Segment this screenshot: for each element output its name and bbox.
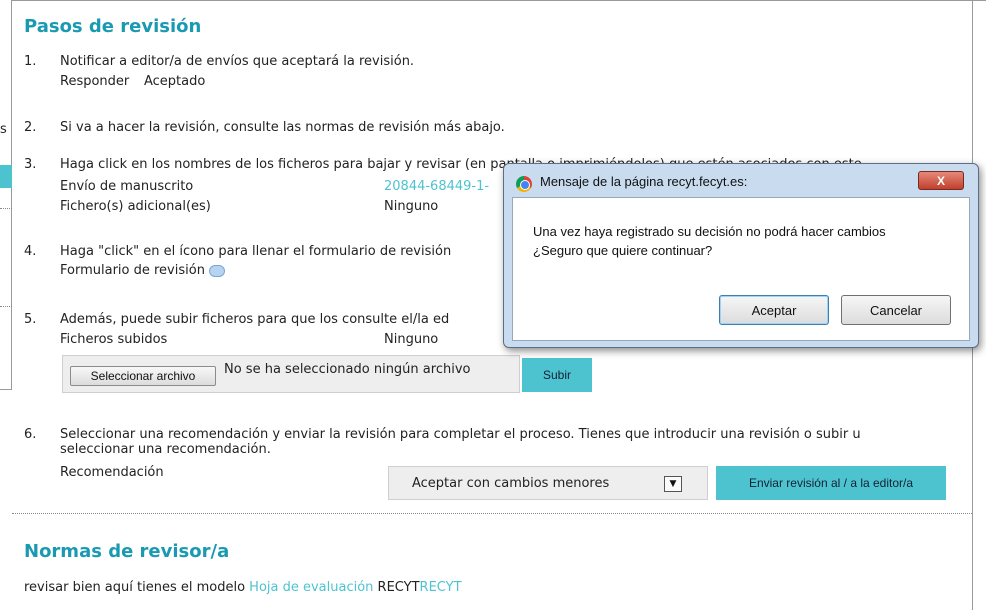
confirm-dialog: Mensaje de la página recyt.fecyt.es: X U… — [503, 163, 979, 348]
step-text: Si va a hacer la revisión, consulte las … — [60, 120, 505, 135]
step-number: 4. — [24, 244, 37, 259]
recommendation-value: Aceptar con cambios menores — [412, 476, 610, 491]
uploaded-files-value: Ninguno — [384, 332, 439, 347]
norms-title: Normas de revisor/a — [24, 541, 230, 562]
review-form-row: Formulario de revisión — [60, 263, 225, 279]
additional-files-value: Ninguno — [384, 199, 439, 214]
close-button[interactable]: X — [918, 171, 964, 190]
submit-review-button[interactable]: Enviar revisión al / a la editor/a — [716, 466, 946, 500]
background-divider — [0, 306, 12, 307]
step-number: 5. — [24, 312, 37, 327]
accept-button[interactable]: Aceptar — [719, 295, 829, 325]
page-title: Pasos de revisión — [24, 16, 202, 37]
dialog-title: Mensaje de la página recyt.fecyt.es: — [540, 174, 748, 189]
background-window — [0, 0, 12, 390]
step-text-continued: seleccionar una recomendación. — [60, 442, 271, 457]
step-text: Además, puede subir ficheros para que lo… — [60, 312, 450, 327]
uploaded-files-label: Ficheros subidos — [60, 332, 168, 347]
step-number: 3. — [24, 157, 37, 172]
recommendation-label: Recomendación — [60, 465, 164, 480]
comment-icon[interactable] — [208, 264, 225, 277]
chevron-down-icon[interactable]: ▼ — [664, 476, 682, 492]
accepted-status: Aceptado — [144, 74, 206, 89]
respond-label: Responder — [60, 74, 130, 89]
step-text: Seleccionar una recomendación y enviar l… — [60, 427, 861, 442]
additional-files-label: Fichero(s) adicional(es) — [60, 199, 211, 214]
norms-text-start: revisar bien aquí tienes el modelo — [24, 580, 250, 595]
evaluation-sheet-link[interactable]: Hoja de evaluación — [249, 580, 373, 595]
dialog-message: Una vez haya registrado su decisión no p… — [533, 222, 886, 260]
background-divider — [0, 208, 12, 209]
step-number: 6. — [24, 427, 37, 442]
manuscript-file-link[interactable]: 20844-68449-1- — [384, 179, 489, 195]
dialog-message-line-2: ¿Seguro que quiere continuar? — [533, 243, 713, 258]
norms-text: revisar bien aquí tienes el modelo Hoja … — [24, 580, 462, 596]
dialog-body: Una vez haya registrado su decisión no p… — [512, 197, 970, 341]
step-number: 1. — [24, 54, 37, 69]
upload-button[interactable]: Subir — [522, 358, 592, 392]
manuscript-label: Envío de manuscrito — [60, 179, 194, 194]
file-status: No se ha seleccionado ningún archivo — [224, 362, 471, 377]
background-teal-fragment — [0, 165, 12, 188]
chrome-icon — [516, 176, 532, 192]
choose-file-button[interactable]: Seleccionar archivo — [70, 366, 216, 386]
dialog-message-line-1: Una vez haya registrado su decisión no p… — [533, 224, 886, 239]
norms-text-mid: RECYT — [373, 580, 420, 595]
recyt-link[interactable]: RECYT — [420, 580, 462, 595]
background-text-fragment: s — [0, 122, 7, 137]
section-divider — [12, 513, 972, 514]
step-text: Notificar a editor/a de envíos que acept… — [60, 54, 415, 69]
review-form-label: Formulario de revisión — [60, 263, 205, 278]
cancel-button[interactable]: Cancelar — [841, 295, 951, 325]
step-text: Haga "click" en el ícono para llenar el … — [60, 244, 452, 259]
step-number: 2. — [24, 120, 37, 135]
